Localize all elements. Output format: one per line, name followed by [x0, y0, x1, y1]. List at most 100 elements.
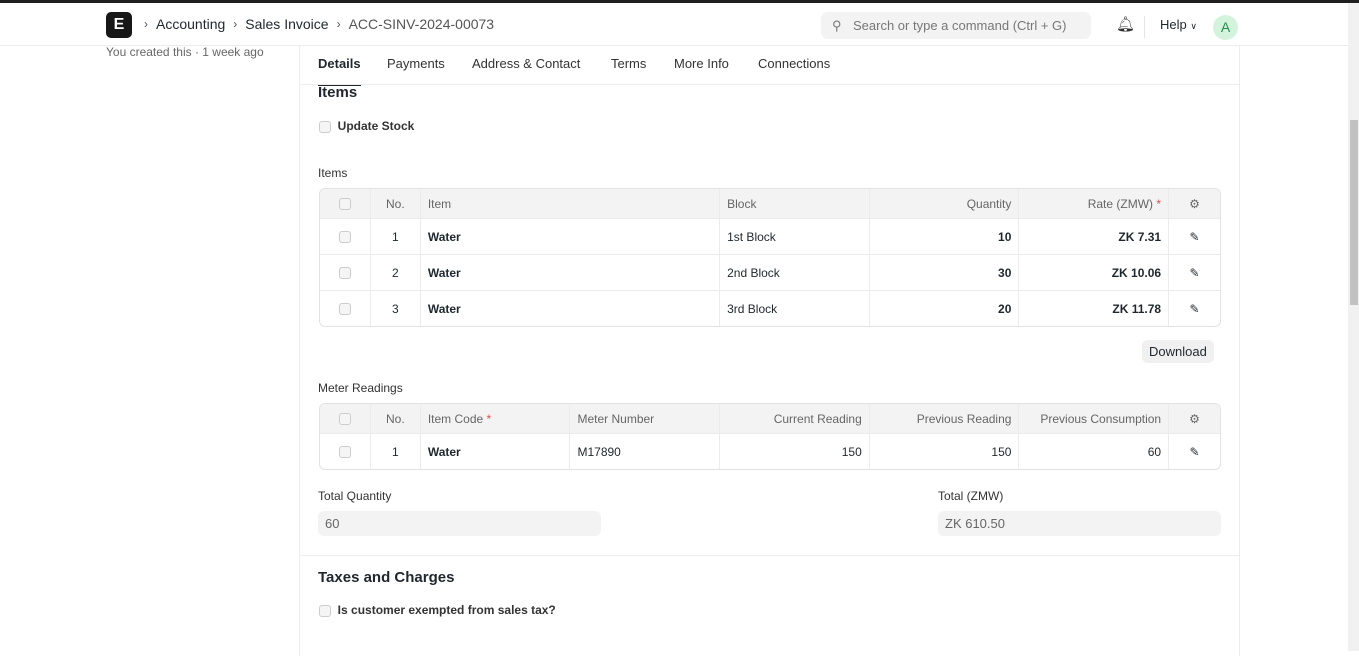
- search-placeholder: Search or type a command (Ctrl + G): [853, 18, 1067, 33]
- tab-terms[interactable]: Terms: [611, 56, 646, 71]
- form-panel: Details Payments Address & Contact Terms…: [299, 46, 1240, 656]
- meter-readings-table: No. Item Code * Meter Number Current Rea…: [319, 403, 1221, 470]
- tab-more-info[interactable]: More Info: [674, 56, 729, 71]
- total-label: Total (ZMW): [938, 489, 1004, 503]
- taxes-title-text: Taxes and Charges: [318, 569, 455, 586]
- scrollbar[interactable]: [1348, 3, 1359, 651]
- header-current-reading: Current Reading: [719, 404, 869, 433]
- row-no: 1: [369, 219, 420, 254]
- row-checkbox[interactable]: [320, 255, 370, 290]
- header-item-code: Item Code *: [419, 404, 570, 433]
- items-table: No. Item Block Quantity Rate (ZMW) * ⚙ 1…: [319, 188, 1221, 327]
- table-row[interactable]: 1 Water M17890 150 150 60 ✎: [320, 433, 1220, 469]
- gear-icon[interactable]: ⚙: [1168, 404, 1220, 433]
- row-no: 3: [369, 291, 420, 326]
- header-block: Block: [719, 189, 869, 218]
- row-item[interactable]: Water: [419, 255, 719, 290]
- row-previous-consumption[interactable]: 60: [1018, 434, 1168, 469]
- breadcrumb-current[interactable]: ACC-SINV-2024-00073: [349, 16, 495, 32]
- header-previous-consumption: Previous Consumption: [1018, 404, 1168, 433]
- table-row[interactable]: 2 Water 2nd Block 30 ZK 10.06 ✎: [320, 254, 1220, 290]
- row-checkbox[interactable]: [320, 434, 370, 469]
- bell-icon[interactable]: 🔔︎: [1116, 15, 1135, 33]
- header-no: No.: [369, 189, 420, 218]
- table-row[interactable]: 1 Water 1st Block 10 ZK 7.31 ✎: [320, 218, 1220, 254]
- row-item-code[interactable]: Water: [419, 434, 570, 469]
- edit-icon[interactable]: ✎: [1168, 219, 1220, 254]
- gear-icon[interactable]: ⚙: [1168, 189, 1220, 218]
- table-row[interactable]: 3 Water 3rd Block 20 ZK 11.78 ✎: [320, 290, 1220, 326]
- tab-connections[interactable]: Connections: [758, 56, 830, 71]
- section-title-items: Items: [318, 84, 358, 101]
- select-all-checkbox[interactable]: [320, 189, 370, 218]
- section-title-taxes: Taxes and Charges: [318, 569, 454, 586]
- row-rate[interactable]: ZK 7.31: [1018, 219, 1168, 254]
- checkbox[interactable]: [319, 604, 331, 617]
- breadcrumb-sales-invoice[interactable]: Sales Invoice: [245, 16, 328, 32]
- tax-exempt-checkbox[interactable]: Is customer exempted from sales tax?: [319, 603, 556, 617]
- row-quantity[interactable]: 20: [868, 291, 1019, 326]
- row-no: 2: [369, 255, 420, 290]
- row-meter-number[interactable]: M17890: [569, 434, 719, 469]
- header-quantity: Quantity: [868, 189, 1019, 218]
- header-item: Item: [419, 189, 719, 218]
- edit-icon[interactable]: ✎: [1168, 434, 1220, 469]
- header-rate: Rate (ZMW) *: [1018, 189, 1168, 218]
- row-quantity[interactable]: 30: [868, 255, 1019, 290]
- row-block[interactable]: 1st Block: [719, 219, 869, 254]
- avatar[interactable]: A: [1213, 15, 1238, 40]
- activity-meta: You created this · 1 week ago: [106, 45, 264, 59]
- chevron-right-icon: ›: [336, 17, 341, 31]
- breadcrumb-accounting[interactable]: Accounting: [156, 16, 225, 32]
- tab-details[interactable]: Details: [318, 56, 361, 86]
- items-table-label: Items: [318, 166, 348, 180]
- row-block[interactable]: 3rd Block: [719, 291, 869, 326]
- tab-payments[interactable]: Payments: [387, 56, 445, 71]
- header-no: No.: [369, 404, 420, 433]
- chevron-right-icon: ›: [144, 17, 148, 31]
- row-item[interactable]: Water: [419, 291, 719, 326]
- search-icon: ⚲: [832, 18, 842, 33]
- row-checkbox[interactable]: [320, 291, 370, 326]
- help-label: Help: [1160, 17, 1187, 32]
- breadcrumb: › Accounting › Sales Invoice › ACC-SINV-…: [144, 16, 494, 32]
- tax-exempt-label: Is customer exempted from sales tax?: [337, 603, 556, 617]
- edit-icon[interactable]: ✎: [1168, 255, 1220, 290]
- meter-readings-label: Meter Readings: [318, 381, 403, 395]
- header-previous-reading: Previous Reading: [868, 404, 1019, 433]
- download-button[interactable]: Download: [1142, 340, 1214, 363]
- app-logo[interactable]: E: [106, 12, 132, 38]
- help-dropdown[interactable]: Help ∨: [1160, 17, 1197, 32]
- navbar: E › Accounting › Sales Invoice › ACC-SIN…: [0, 3, 1348, 46]
- edit-icon[interactable]: ✎: [1168, 291, 1220, 326]
- total-field[interactable]: ZK 610.50: [938, 511, 1221, 536]
- total-quantity-field[interactable]: 60: [318, 511, 601, 536]
- header-rate-label: Rate (ZMW): [1087, 196, 1154, 211]
- table-header: No. Item Block Quantity Rate (ZMW) * ⚙: [320, 189, 1220, 218]
- table-header: No. Item Code * Meter Number Current Rea…: [320, 404, 1220, 433]
- row-previous-reading[interactable]: 150: [868, 434, 1019, 469]
- chevron-right-icon: ›: [233, 17, 238, 31]
- header-meter-number: Meter Number: [569, 404, 719, 433]
- row-block[interactable]: 2nd Block: [719, 255, 869, 290]
- update-stock-checkbox[interactable]: Update Stock: [319, 119, 414, 133]
- tab-bar: Details Payments Address & Contact Terms…: [300, 46, 1240, 86]
- search-input[interactable]: ⚲ Search or type a command (Ctrl + G): [821, 12, 1091, 39]
- row-no: 1: [369, 434, 420, 469]
- row-rate[interactable]: ZK 11.78: [1018, 291, 1168, 326]
- header-item-code-label: Item Code: [427, 411, 484, 426]
- row-quantity[interactable]: 10: [868, 219, 1019, 254]
- update-stock-label: Update Stock: [337, 119, 415, 133]
- chevron-down-icon: ∨: [1190, 21, 1197, 31]
- section-divider: [300, 555, 1240, 556]
- tab-address-contact[interactable]: Address & Contact: [472, 56, 580, 71]
- total-quantity-label: Total Quantity: [318, 489, 392, 503]
- row-checkbox[interactable]: [320, 219, 370, 254]
- row-current-reading[interactable]: 150: [719, 434, 869, 469]
- select-all-checkbox[interactable]: [320, 404, 370, 433]
- checkbox[interactable]: [319, 120, 331, 133]
- row-item[interactable]: Water: [419, 219, 719, 254]
- divider: [1144, 16, 1145, 38]
- row-rate[interactable]: ZK 10.06: [1018, 255, 1168, 290]
- scrollbar-thumb[interactable]: [1350, 120, 1358, 305]
